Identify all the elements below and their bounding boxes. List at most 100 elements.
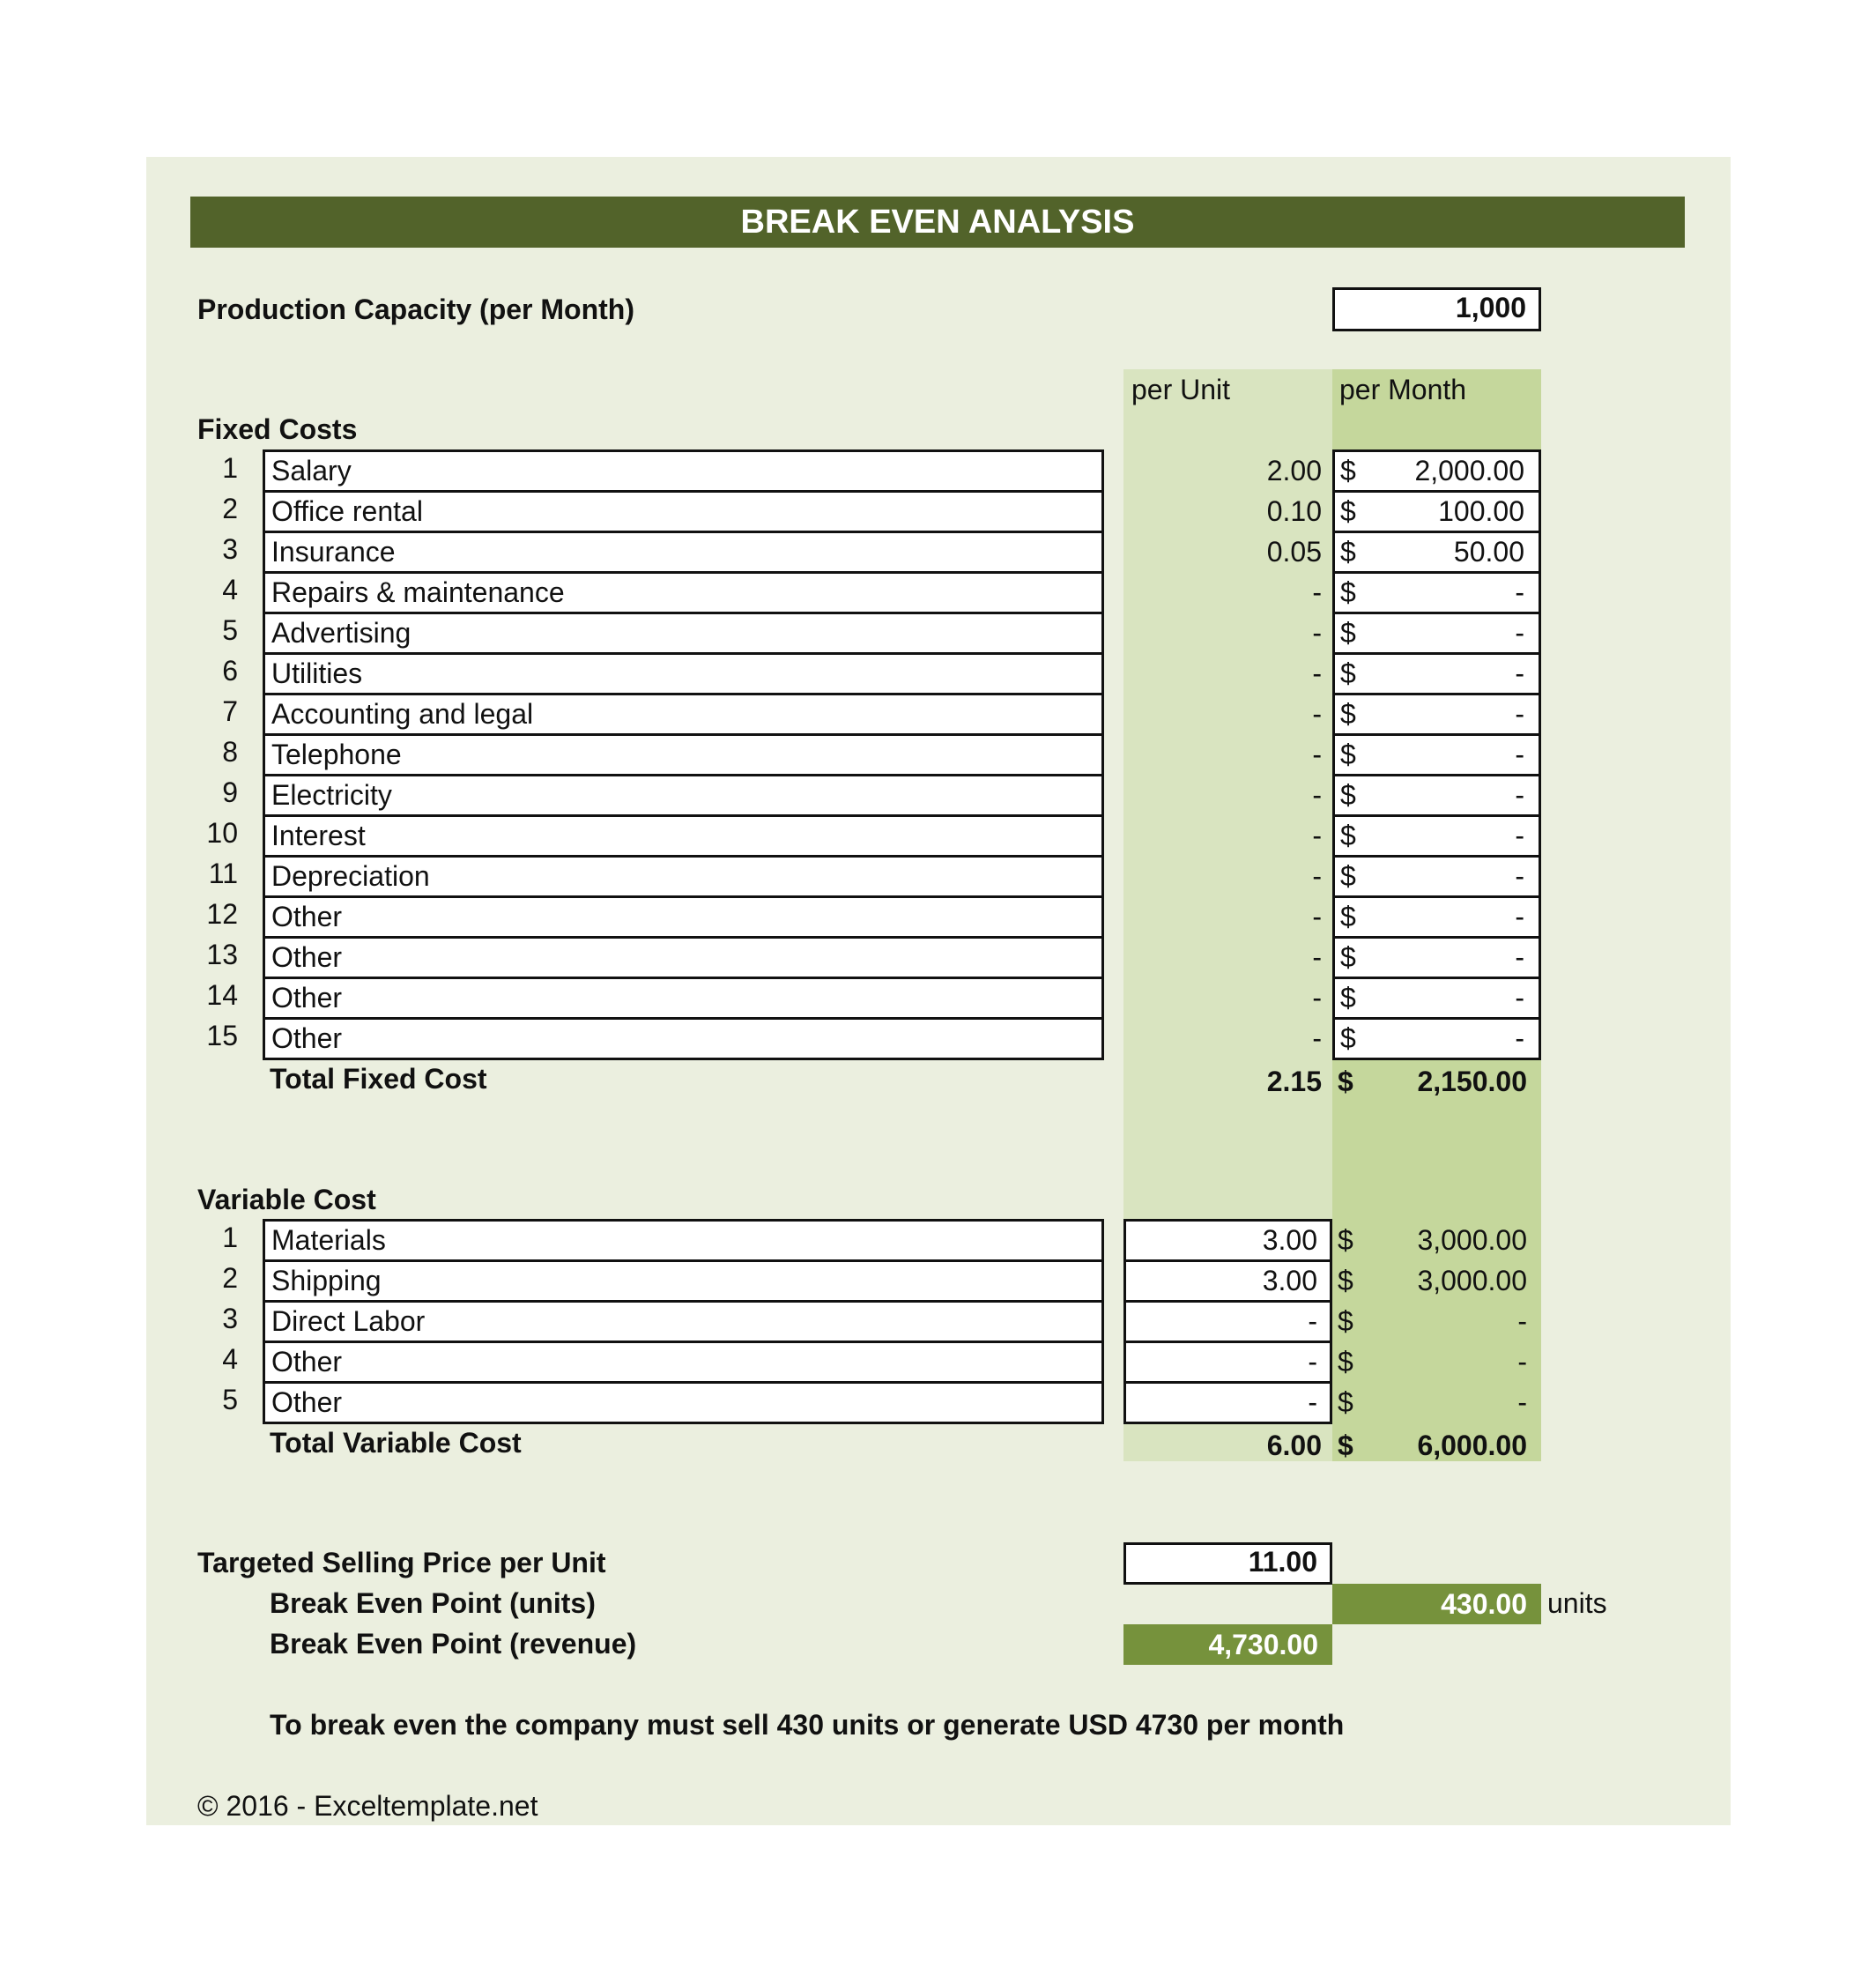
row-number: 7 (222, 695, 238, 727)
currency-symbol: $ (1340, 860, 1356, 892)
row-number: 3 (222, 1303, 238, 1334)
currency-symbol: $ (1340, 739, 1356, 770)
per-unit-value: - (1312, 941, 1322, 973)
currency-symbol: $ (1340, 617, 1356, 649)
per-month-amount: - (1515, 576, 1524, 608)
per-unit-input[interactable]: - (1123, 1341, 1332, 1384)
per-unit-input[interactable]: - (1123, 1381, 1332, 1424)
cost-name-field[interactable]: Other (263, 1341, 1104, 1384)
row-number: 2 (222, 1262, 238, 1294)
per-month-value: $3,000.00 (1332, 1222, 1541, 1262)
row-number: 9 (222, 776, 238, 808)
currency-symbol: $ (1340, 455, 1356, 486)
per-month-input[interactable]: $50.00 (1332, 531, 1541, 574)
summary-text: To break even the company must sell 430 … (270, 1709, 1345, 1741)
cost-name-field[interactable]: Other (263, 977, 1104, 1020)
break-even-revenue-value: 4,730.00 (1123, 1624, 1332, 1665)
cost-name-field[interactable]: Repairs & maintenance (263, 571, 1104, 614)
per-month-input[interactable]: $2,000.00 (1332, 449, 1541, 493)
currency-symbol: $ (1338, 1305, 1353, 1337)
per-month-amount: - (1515, 860, 1524, 892)
total-variable-per-unit: 6.00 (1266, 1430, 1322, 1461)
currency-symbol: $ (1338, 1430, 1353, 1461)
per-month-amount: - (1517, 1305, 1527, 1337)
cost-name-field[interactable]: Interest (263, 814, 1104, 858)
row-number: 4 (222, 1343, 238, 1375)
per-unit-input[interactable]: 3.00 (1123, 1259, 1332, 1303)
per-month-input[interactable]: $ - (1332, 612, 1541, 655)
copyright-text: © 2016 - Exceltemplate.net (197, 1790, 538, 1822)
cost-name-field[interactable]: Direct Labor (263, 1300, 1104, 1343)
row-number: 1 (222, 452, 238, 484)
row-number: 10 (206, 817, 238, 849)
currency-symbol: $ (1338, 1346, 1353, 1378)
currency-symbol: $ (1340, 536, 1356, 568)
per-month-value: $3,000.00 (1332, 1262, 1541, 1303)
selling-price-input[interactable]: 11.00 (1123, 1542, 1332, 1585)
per-unit-value: 2.00 (1266, 455, 1322, 486)
per-month-amount: 50.00 (1453, 536, 1524, 568)
total-fixed-per-unit: 2.15 (1266, 1066, 1322, 1097)
per-month-input[interactable]: $ - (1332, 652, 1541, 695)
row-number: 11 (208, 858, 238, 889)
production-capacity-label: Production Capacity (per Month) (197, 293, 634, 325)
per-unit-input[interactable]: - (1123, 1300, 1332, 1343)
cost-name-field[interactable]: Shipping (263, 1259, 1104, 1303)
cost-name-field[interactable]: Other (263, 1017, 1104, 1060)
fixed-costs-heading: Fixed Costs (197, 413, 358, 445)
per-month-input[interactable]: $ - (1332, 1017, 1541, 1060)
cost-name-field[interactable]: Accounting and legal (263, 693, 1104, 736)
total-variable-per-month: $ 6,000.00 (1332, 1427, 1541, 1467)
production-capacity-input[interactable]: 1,000 (1332, 287, 1541, 331)
currency-symbol: $ (1338, 1066, 1353, 1097)
per-month-input[interactable]: $ - (1332, 855, 1541, 898)
per-month-input[interactable]: $ - (1332, 895, 1541, 939)
cost-name-field[interactable]: Electricity (263, 774, 1104, 817)
per-month-input[interactable]: $ - (1332, 936, 1541, 979)
cost-name-field[interactable]: Other (263, 936, 1104, 979)
per-month-input[interactable]: $ - (1332, 733, 1541, 776)
cost-name-field[interactable]: Office rental (263, 490, 1104, 533)
per-month-amount: - (1515, 941, 1524, 973)
cost-name-field[interactable]: Insurance (263, 531, 1104, 574)
per-month-input[interactable]: $100.00 (1332, 490, 1541, 533)
per-month-amount: - (1515, 657, 1524, 689)
cost-name-field[interactable]: Utilities (263, 652, 1104, 695)
cost-name-field[interactable]: Telephone (263, 733, 1104, 776)
per-month-input[interactable]: $ - (1332, 693, 1541, 736)
per-month-amount: - (1517, 1346, 1527, 1378)
currency-symbol: $ (1340, 576, 1356, 608)
row-number: 15 (206, 1020, 238, 1051)
per-month-input[interactable]: $ - (1332, 571, 1541, 614)
per-month-amount: 3,000.00 (1417, 1265, 1527, 1296)
cost-name-field[interactable]: Other (263, 895, 1104, 939)
total-fixed-per-month-value: 2,150.00 (1417, 1066, 1527, 1097)
cost-name-field[interactable]: Salary (263, 449, 1104, 493)
row-number: 3 (222, 533, 238, 565)
cost-name-field[interactable]: Advertising (263, 612, 1104, 655)
currency-symbol: $ (1340, 901, 1356, 932)
per-month-value: $ - (1332, 1343, 1541, 1384)
variable-cost-heading: Variable Cost (197, 1184, 376, 1215)
selling-price-label: Targeted Selling Price per Unit (197, 1547, 606, 1578)
row-number: 4 (222, 574, 238, 605)
per-month-amount: - (1515, 901, 1524, 932)
per-month-input[interactable]: $ - (1332, 977, 1541, 1020)
per-month-input[interactable]: $ - (1332, 814, 1541, 858)
currency-symbol: $ (1340, 657, 1356, 689)
cost-name-field[interactable]: Other (263, 1381, 1104, 1424)
currency-symbol: $ (1340, 495, 1356, 527)
per-month-input[interactable]: $ - (1332, 774, 1541, 817)
row-number: 14 (206, 979, 238, 1011)
cost-name-field[interactable]: Materials (263, 1219, 1104, 1262)
per-unit-value: - (1312, 657, 1322, 689)
per-unit-value: - (1312, 576, 1322, 608)
selling-price-value: 11.00 (1248, 1546, 1317, 1578)
per-unit-input[interactable]: 3.00 (1123, 1219, 1332, 1262)
row-number: 5 (222, 614, 238, 646)
per-month-amount: 2,000.00 (1414, 455, 1524, 486)
per-month-amount: - (1515, 617, 1524, 649)
cost-name-field[interactable]: Depreciation (263, 855, 1104, 898)
per-unit-value: - (1312, 1022, 1322, 1054)
row-number: 2 (222, 493, 238, 524)
